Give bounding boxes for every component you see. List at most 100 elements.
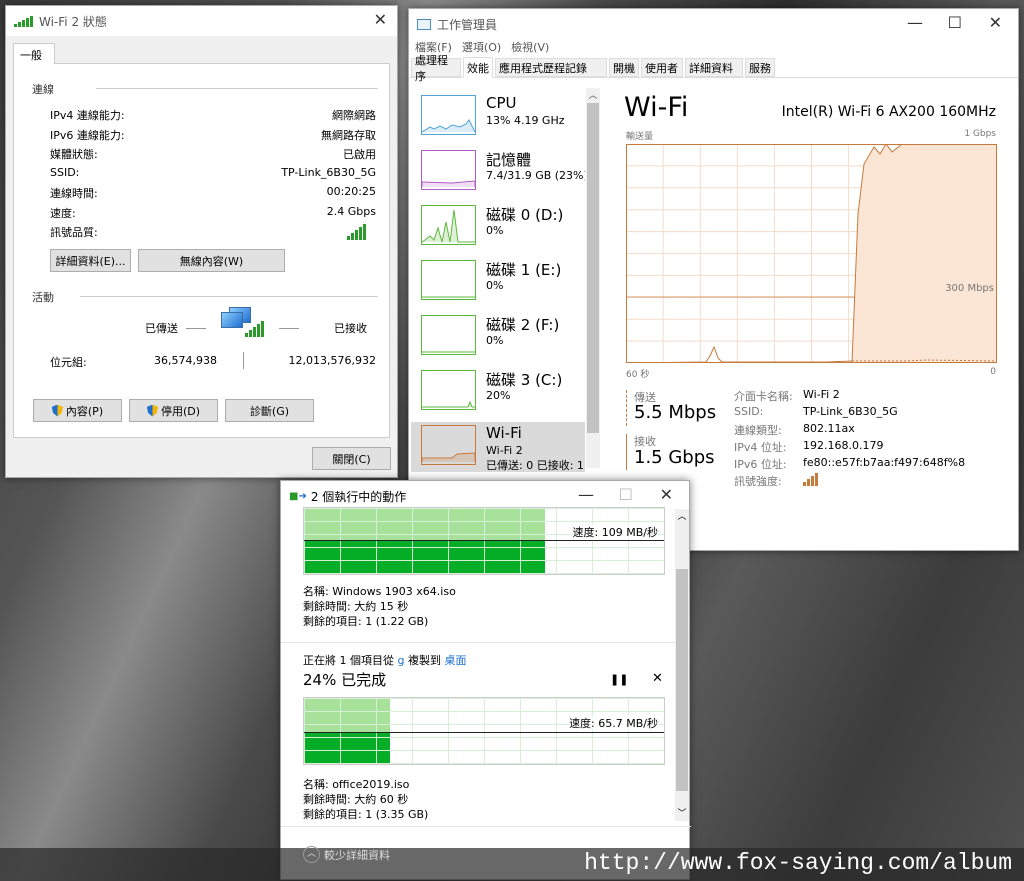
scroll-down-icon[interactable]: ﹀	[675, 806, 689, 819]
maximize-icon[interactable]: ☐	[619, 485, 633, 504]
destination-link[interactable]: 桌面	[444, 654, 466, 667]
divider	[281, 826, 691, 827]
fewer-details-button[interactable]: ︿ 較少詳細資料	[303, 846, 390, 863]
scroll-thumb[interactable]	[587, 103, 599, 433]
info-value: Wi-Fi 2	[803, 388, 840, 401]
received-label: 已接收	[334, 322, 367, 335]
close-icon[interactable]: ✕	[989, 13, 1002, 32]
properties-button[interactable]: 內容(P)	[33, 399, 122, 422]
sidebar-scrollbar[interactable]: ︿	[586, 88, 600, 468]
info-row: SSID: TP-Link_6B30_5G	[50, 166, 376, 179]
dash	[186, 328, 206, 329]
section-connection: 連線	[32, 83, 54, 96]
disable-button[interactable]: 停用(D)	[129, 399, 218, 422]
mini-graph	[421, 370, 476, 410]
tab-general[interactable]: 一般	[13, 43, 55, 64]
desc-mid: 複製到	[404, 654, 445, 667]
sidebar-item[interactable]: 磁碟 3 (C:) 20%	[411, 367, 585, 417]
sent-label: 已傳送	[145, 322, 178, 335]
minimize-icon[interactable]: —	[907, 13, 923, 32]
close-icon[interactable]: ✕	[374, 10, 387, 29]
copy-icon: ■➜	[289, 490, 307, 502]
row-label: 連線時間:	[50, 187, 98, 200]
maximize-icon[interactable]: ☐	[948, 13, 962, 32]
sidebar-item[interactable]: 磁碟 0 (D:) 0%	[411, 202, 585, 252]
wireless-properties-button[interactable]: 無線內容(W)	[138, 249, 285, 272]
minimize-icon[interactable]: —	[578, 485, 594, 504]
throughput-label: 輸送量	[626, 132, 654, 142]
tab-4[interactable]: 使用者	[641, 58, 683, 77]
receive-area	[851, 144, 997, 363]
tab-6[interactable]: 服務	[745, 58, 775, 77]
mini-graph	[421, 260, 476, 300]
sidebar-item[interactable]: 磁碟 1 (E:) 0%	[411, 257, 585, 307]
copy-speed-graph-2: 速度: 65.7 MB/秒	[303, 697, 665, 765]
bytes-label: 位元組:	[50, 356, 87, 369]
signal-row: 訊號品質:	[50, 224, 376, 240]
send-value: 5.5 Mbps	[634, 402, 717, 423]
speed-label: 速度: 65.7 MB/秒	[569, 715, 658, 731]
fewer-details-label: 較少詳細資料	[324, 848, 390, 862]
cancel-button[interactable]: ✕	[652, 671, 663, 686]
tab-1[interactable]: 效能	[463, 57, 493, 78]
close-button[interactable]: 關閉(C)	[312, 447, 391, 470]
percent-complete: 24% 已完成	[303, 671, 387, 689]
task-manager-icon	[417, 18, 431, 30]
row-label: IPv4 連線能力:	[50, 109, 125, 122]
tab-2[interactable]: 應用程式歷程記錄	[495, 58, 607, 77]
network-computers-icon	[221, 307, 264, 337]
row-value: 00:20:25	[326, 185, 376, 198]
chevron-up-icon: ︿	[303, 846, 320, 863]
info-row: 連線時間: 00:20:25	[50, 185, 376, 201]
row-value: TP-Link_6B30_5G	[281, 165, 376, 179]
sidebar-item[interactable]: Wi-Fi Wi-Fi 2 已傳送: 0 已接收: 1.5	[411, 422, 585, 472]
pause-button[interactable]: ❚❚	[610, 673, 628, 686]
info-label: 介面卡名稱:	[734, 390, 793, 403]
items-remaining-2: 剩餘的項目: 1 (3.35 GB)	[303, 808, 429, 821]
perf-title: Wi-Fi	[624, 92, 689, 123]
uac-shield-icon	[146, 404, 158, 417]
title-bar: 工作管理員	[409, 9, 1018, 39]
close-icon[interactable]: ✕	[660, 485, 673, 504]
details-button[interactable]: 詳細資料(E)...	[50, 249, 131, 272]
sidebar-item-detail: 0%	[486, 334, 504, 347]
divider	[281, 642, 675, 643]
menu-item[interactable]: 檢視(V)	[511, 39, 549, 55]
sidebar-item-name: 磁碟 1 (E:)	[486, 261, 562, 279]
mid-label: 300 Mbps	[945, 283, 994, 294]
tab-5[interactable]: 詳細資料	[685, 58, 743, 77]
sidebar-item[interactable]: 磁碟 2 (F:) 0%	[411, 312, 585, 362]
title-bar: Wi-Fi 2 狀態	[6, 6, 397, 36]
send-indicator	[626, 390, 627, 426]
recv-indicator	[626, 434, 627, 470]
divider	[96, 88, 378, 89]
sidebar-item-name: CPU	[486, 94, 517, 112]
menu-item[interactable]: 選項(O)	[462, 39, 501, 55]
max-label: 1 Gbps	[964, 129, 996, 139]
row-label: 媒體狀態:	[50, 148, 98, 161]
info-row: IPv6 連線能力: 無網路存取	[50, 127, 376, 143]
sidebar-item-detail: Wi-Fi 2	[486, 444, 523, 457]
info-value: 802.11ax	[803, 422, 855, 435]
mini-graph	[421, 205, 476, 245]
scroll-up-icon[interactable]: ︿	[675, 509, 689, 522]
dialog-title: 2 個執行中的動作	[310, 489, 407, 504]
row-label: SSID:	[50, 165, 80, 179]
row-value: 無網路存取	[321, 128, 376, 142]
scroll-thumb[interactable]	[676, 569, 688, 791]
info-value: TP-Link_6B30_5G	[803, 405, 898, 418]
sidebar-item[interactable]: CPU 13% 4.19 GHz	[411, 92, 585, 142]
sidebar-item[interactable]: 記憶體 7.4/31.9 GB (23%)	[411, 147, 585, 197]
sidebar-item-detail: 13% 4.19 GHz	[486, 114, 565, 127]
dialog-title: Wi-Fi 2 狀態	[39, 14, 107, 29]
sidebar-item-detail: 7.4/31.9 GB (23%)	[486, 169, 585, 182]
wifi-signal-icon	[14, 15, 33, 27]
diagnose-button[interactable]: 診斷(G)	[225, 399, 314, 422]
scrollbar[interactable]: ︿ ﹀	[675, 509, 689, 821]
throughput-graph	[626, 144, 997, 363]
info-row: 速度: 2.4 Gbps	[50, 205, 376, 221]
scroll-up-icon[interactable]: ︿	[586, 88, 600, 101]
tab-3[interactable]: 開機	[609, 58, 639, 77]
tab-0[interactable]: 處理程序	[411, 54, 461, 83]
info-value: fe80::e57f:b7aa:f497:648f%8	[803, 456, 966, 469]
